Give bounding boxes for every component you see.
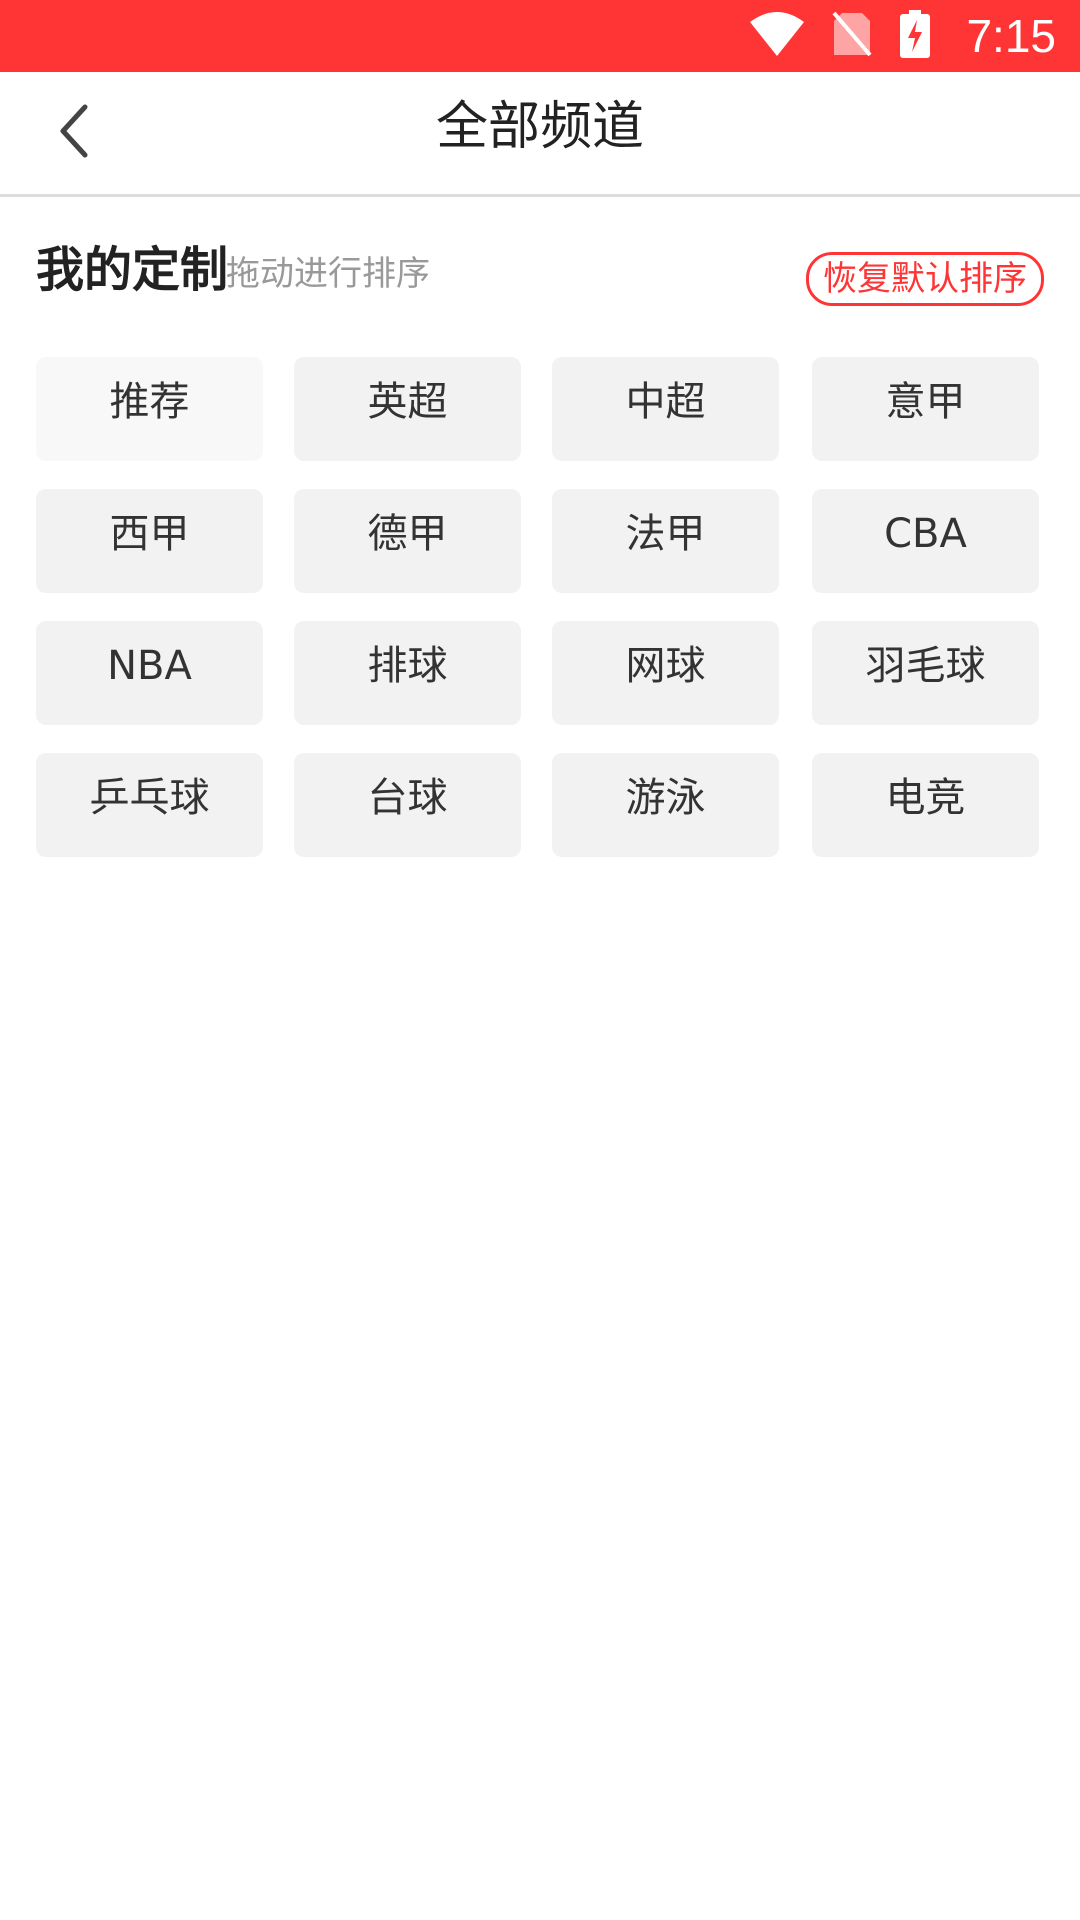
section-title: 我的定制 — [36, 242, 229, 298]
channel-item[interactable]: 游泳 — [552, 753, 779, 857]
status-bar: 7:15 — [0, 0, 1080, 72]
reset-order-button[interactable]: 恢复默认排序 — [806, 252, 1044, 306]
channel-item[interactable]: 德甲 — [294, 489, 521, 593]
wifi-icon — [750, 12, 805, 60]
channel-item[interactable]: 法甲 — [552, 489, 779, 593]
battery-charging-icon — [900, 10, 931, 62]
channel-item[interactable]: 台球 — [294, 753, 521, 857]
channel-item[interactable]: 网球 — [552, 621, 779, 725]
app-bar: 全部频道 — [0, 72, 1080, 197]
back-button[interactable] — [40, 98, 110, 168]
section-header: 我的定制 拖动进行排序 恢复默认排序 — [36, 240, 1044, 306]
channel-item[interactable]: CBA — [812, 489, 1039, 593]
page-title: 全部频道 — [435, 97, 644, 157]
channel-item[interactable]: NBA — [36, 621, 263, 725]
channel-item[interactable]: 中超 — [552, 357, 779, 461]
section-hint: 拖动进行排序 — [226, 254, 430, 294]
channel-item[interactable]: 排球 — [294, 621, 521, 725]
channel-item[interactable]: 乒乓球 — [36, 753, 263, 857]
channel-item[interactable]: 英超 — [294, 357, 521, 461]
status-time: 7:15 — [966, 10, 1056, 62]
channel-item[interactable]: 意甲 — [812, 357, 1039, 461]
channel-item[interactable]: 电竞 — [812, 753, 1039, 857]
channel-item[interactable]: 羽毛球 — [812, 621, 1039, 725]
channel-item[interactable]: 推荐 — [36, 357, 263, 461]
channel-item[interactable]: 西甲 — [36, 489, 263, 593]
chevron-left-icon — [55, 103, 95, 163]
no-sim-icon — [832, 11, 872, 61]
status-icons: 7:15 — [750, 0, 1056, 72]
